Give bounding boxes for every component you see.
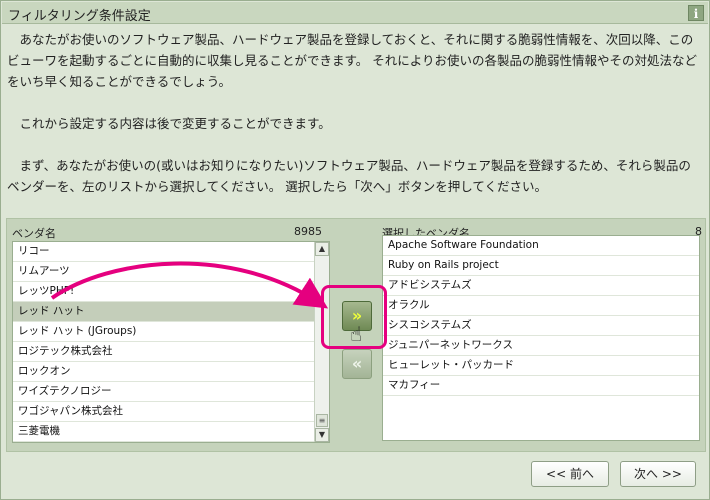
vendor-list-item[interactable]: ワゴジャパン株式会社 xyxy=(13,402,329,422)
vendor-list[interactable]: リコー リムアーツ レッツPHP! レッド ハット レッド ハット (JGrou… xyxy=(12,241,330,443)
vendor-list-item-selected[interactable]: レッド ハット xyxy=(13,302,329,322)
vendor-list-item[interactable]: ワイズテクノロジー xyxy=(13,382,329,402)
next-button[interactable]: 次へ >> xyxy=(620,461,696,487)
selected-list-item[interactable]: ヒューレット・パッカード xyxy=(383,356,699,376)
description-paragraph-3: まず、あなたがお使いの(或いはお知りになりたい)ソフトウェア製品、ハードウェア製… xyxy=(7,158,691,194)
vendor-list-item[interactable]: リコー xyxy=(13,242,329,262)
scroll-up-icon[interactable]: ▲ xyxy=(315,242,329,256)
vendor-list-item[interactable]: レッド ハット (JGroups) xyxy=(13,322,329,342)
selected-list-item[interactable]: Ruby on Rails project xyxy=(383,256,699,276)
footer-bar: << 前へ 次へ >> xyxy=(2,453,708,499)
selected-list-item[interactable]: オラクル xyxy=(383,296,699,316)
selected-list-item[interactable]: マカフィー xyxy=(383,376,699,396)
description-paragraph-2: これから設定する内容は後で変更することができます。 xyxy=(19,116,331,131)
vendor-list-item[interactable]: ロックオン xyxy=(13,362,329,382)
hand-cursor-icon: ☝ xyxy=(350,322,363,346)
selected-list-item[interactable]: Apache Software Foundation xyxy=(383,236,699,256)
info-icon[interactable]: i xyxy=(688,5,704,21)
vendor-list-item[interactable]: ロジテック株式会社 xyxy=(13,342,329,362)
scroll-thumb[interactable]: ≡ xyxy=(316,414,328,427)
selected-list-item[interactable]: アドビシステムズ xyxy=(383,276,699,296)
description: あなたがお使いのソフトウェア製品、ハードウェア製品を登録しておくと、それに関する… xyxy=(7,29,703,218)
selected-vendor-list[interactable]: Apache Software Foundation Ruby on Rails… xyxy=(382,235,700,441)
selected-list-item[interactable]: ジュニパーネットワークス xyxy=(383,336,699,356)
double-chevron-left-icon: « xyxy=(351,354,363,373)
vendor-list-label: ベンダ名 xyxy=(12,227,56,240)
title-bar: フィルタリング条件設定 i xyxy=(2,2,708,24)
vendor-list-item[interactable]: リムアーツ xyxy=(13,262,329,282)
window-title: フィルタリング条件設定 xyxy=(8,9,151,24)
scroll-down-icon[interactable]: ▼ xyxy=(315,428,329,442)
prev-button[interactable]: << 前へ xyxy=(531,461,609,487)
vendor-list-item[interactable]: レッツPHP! xyxy=(13,282,329,302)
dialog-window: フィルタリング条件設定 i あなたがお使いのソフトウェア製品、ハードウェア製品を… xyxy=(0,0,710,500)
vendor-list-item[interactable]: 三菱電機 xyxy=(13,422,329,442)
remove-vendor-button[interactable]: « xyxy=(342,349,372,379)
vendor-list-count: 8985 xyxy=(294,225,322,238)
description-paragraph-1: あなたがお使いのソフトウェア製品、ハードウェア製品を登録しておくと、それに関する… xyxy=(7,32,697,89)
selected-list-item[interactable]: シスコシステムズ xyxy=(383,316,699,336)
